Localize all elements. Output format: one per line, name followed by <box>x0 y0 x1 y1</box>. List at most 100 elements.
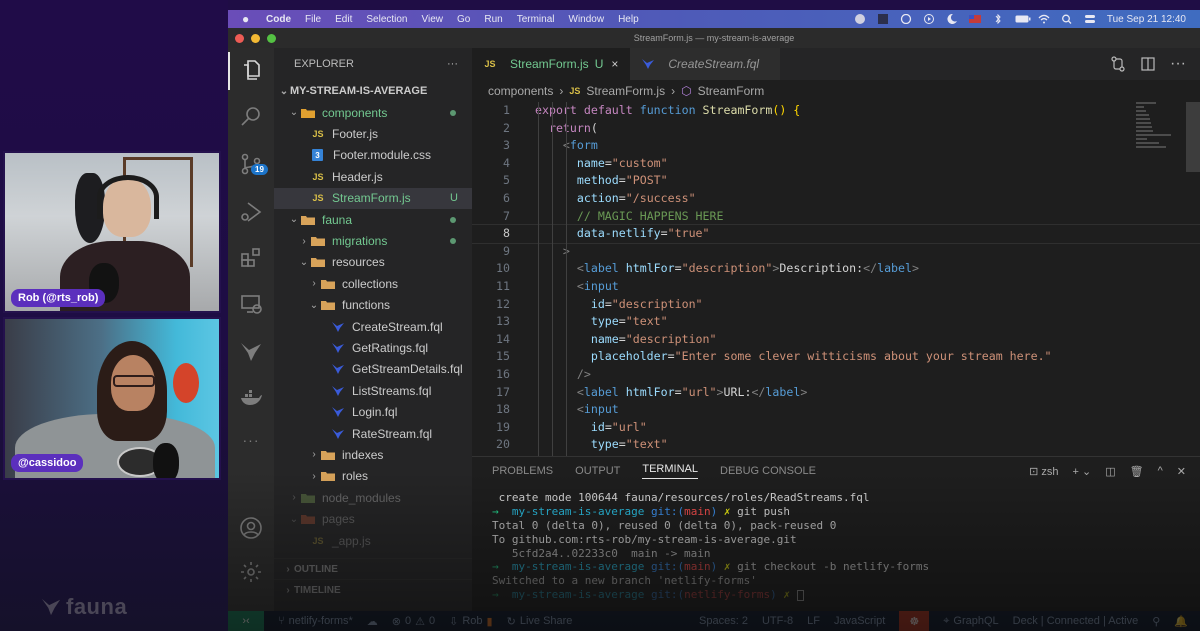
user-indicator[interactable]: ⇩ Rob ▮ <box>449 615 492 628</box>
menu-file[interactable]: File <box>305 14 321 25</box>
breadcrumb-file[interactable]: StreamForm.js <box>586 84 665 98</box>
deck-status[interactable]: Deck | Connected | Active <box>1013 615 1139 627</box>
live-share-button[interactable]: ↻ Live Share <box>507 615 573 628</box>
code-line[interactable]: 15 placeholder="Enter some clever wittic… <box>472 348 1200 366</box>
tree-item[interactable]: 3 Footer.module.css <box>274 145 472 166</box>
apple-icon[interactable]: ● <box>242 12 254 26</box>
tree-item[interactable]: CreateStream.fql <box>274 316 472 337</box>
code-line[interactable]: 19 id="url" <box>472 419 1200 437</box>
tree-item[interactable]: ⌄ components <box>274 102 472 123</box>
timeline-section[interactable]: › TIMELINE <box>274 579 472 600</box>
terminal-output[interactable]: create mode 100644 fauna/resources/roles… <box>472 485 1200 602</box>
remote-indicator-icon[interactable]: ›‹ <box>228 611 264 631</box>
explorer-more-button[interactable]: ··· <box>447 58 458 70</box>
app-icon[interactable] <box>877 14 889 24</box>
code-line[interactable]: 20 type="text" <box>472 436 1200 454</box>
sync-icon[interactable]: ☁ <box>367 615 378 628</box>
new-terminal-icon[interactable]: + ⌄ <box>1073 465 1092 478</box>
tree-item[interactable]: ⌄ pages <box>274 508 472 529</box>
menu-view[interactable]: View <box>422 14 444 25</box>
menu-run[interactable]: Run <box>484 14 502 25</box>
problems-indicator[interactable]: ⊗ 0 ⚠ 0 <box>392 615 435 628</box>
tree-item[interactable]: ListStreams.fql <box>274 380 472 401</box>
terminal-shell-selector[interactable]: ⊡ zsh <box>1029 465 1058 478</box>
encoding[interactable]: UTF-8 <box>762 615 793 627</box>
menu-terminal[interactable]: Terminal <box>517 14 555 25</box>
code-line[interactable]: 6 action="/success" <box>472 190 1200 208</box>
tab-output[interactable]: OUTPUT <box>575 465 620 477</box>
menu-window[interactable]: Window <box>569 14 605 25</box>
tree-item[interactable]: RateStream.fql <box>274 423 472 444</box>
menubar-clock[interactable]: Tue Sep 21 12:40 <box>1107 14 1186 25</box>
search-icon[interactable] <box>239 104 263 128</box>
extension-status-icon[interactable]: ☸ <box>899 611 930 631</box>
feedback-icon[interactable]: ⚲ <box>1152 615 1160 628</box>
code-line[interactable]: 11 <input <box>472 278 1200 296</box>
editor-more-icon[interactable]: ··· <box>1170 55 1186 73</box>
play-icon[interactable] <box>923 14 935 24</box>
code-line[interactable]: 13 type="text" <box>472 313 1200 331</box>
fauna-icon[interactable] <box>239 340 263 364</box>
outline-section[interactable]: › OUTLINE <box>274 558 472 579</box>
code-line[interactable]: 16 /> <box>472 366 1200 384</box>
code-line[interactable]: 5 method="POST" <box>472 172 1200 190</box>
battery-icon[interactable] <box>1015 14 1031 24</box>
code-line[interactable]: 18 <input <box>472 401 1200 419</box>
indentation[interactable]: Spaces: 2 <box>699 615 748 627</box>
code-line[interactable]: 3 <form <box>472 137 1200 155</box>
menu-go[interactable]: Go <box>457 14 470 25</box>
tab-createstream-fql[interactable]: CreateStream.fql <box>630 48 781 80</box>
split-editor-icon[interactable] <box>1140 56 1156 72</box>
tree-item[interactable]: ⌄ functions <box>274 295 472 316</box>
source-control-icon[interactable]: 19 <box>239 152 268 176</box>
editor-scrollbar[interactable] <box>1186 102 1200 172</box>
tab-terminal[interactable]: TERMINAL <box>642 463 698 479</box>
run-debug-icon[interactable] <box>239 200 263 224</box>
explorer-icon[interactable] <box>239 58 263 82</box>
tree-item[interactable]: JS StreamForm.js U <box>274 187 472 209</box>
menu-edit[interactable]: Edit <box>335 14 352 25</box>
code-line[interactable]: 4 name="custom" <box>472 155 1200 173</box>
tab-debug-console[interactable]: DEBUG CONSOLE <box>720 465 816 477</box>
language-mode[interactable]: JavaScript <box>834 615 885 627</box>
code-line[interactable]: 1 export default function StreamForm() { <box>472 102 1200 120</box>
extensions-icon[interactable] <box>239 246 263 270</box>
spotlight-icon[interactable] <box>1061 14 1073 24</box>
notifications-bell-icon[interactable]: 🔔 <box>1174 615 1188 628</box>
tree-item[interactable]: Login.fql <box>274 401 472 422</box>
docker-icon[interactable] <box>239 386 263 410</box>
settings-gear-icon[interactable] <box>239 560 263 584</box>
minimize-window-button[interactable] <box>251 33 260 43</box>
code-line[interactable]: 17 <label htmlFor="url">URL:</label> <box>472 384 1200 402</box>
flag-icon[interactable] <box>968 14 981 24</box>
workspace-root[interactable]: ⌄ MY-STREAM-IS-AVERAGE <box>274 80 472 102</box>
tree-item[interactable]: › collections <box>274 273 472 294</box>
tree-item[interactable]: › node_modules <box>274 487 472 508</box>
tree-item[interactable]: JS Header.js <box>274 166 472 187</box>
close-window-button[interactable] <box>235 33 244 43</box>
maximize-window-button[interactable] <box>267 33 276 43</box>
split-terminal-icon[interactable]: ◫ <box>1105 465 1115 478</box>
code-line[interactable]: 7 // MAGIC HAPPENS HERE <box>472 208 1200 226</box>
code-line[interactable]: 12 id="description" <box>472 296 1200 314</box>
kill-terminal-trash-icon[interactable]: 🗑 <box>1130 465 1144 478</box>
bluetooth-icon[interactable] <box>992 13 1004 25</box>
tree-item[interactable]: › roles <box>274 466 472 487</box>
wifi-icon[interactable] <box>1038 14 1050 24</box>
close-tab-icon[interactable]: × <box>611 57 618 71</box>
tree-item[interactable]: GetStreamDetails.fql <box>274 359 472 380</box>
code-line[interactable]: 10 <label htmlFor="description">Descript… <box>472 260 1200 278</box>
code-line[interactable]: 14 name="description" <box>472 331 1200 349</box>
tree-item[interactable]: › indexes <box>274 444 472 465</box>
minimap[interactable] <box>1136 102 1186 162</box>
maximize-panel-chevron-up-icon[interactable]: ^ <box>1158 465 1163 477</box>
tree-item[interactable]: JS _app.js <box>274 530 472 551</box>
menu-app[interactable]: Code <box>266 14 291 25</box>
graphql-status[interactable]: ⌖ GraphQL <box>943 615 998 628</box>
tree-item[interactable]: ⌄ fauna <box>274 209 472 230</box>
tree-item[interactable]: JS Footer.js <box>274 123 472 144</box>
tree-item[interactable]: GetRatings.fql <box>274 337 472 358</box>
tab-problems[interactable]: PROBLEMS <box>492 465 553 477</box>
screen-record-icon[interactable] <box>900 13 912 25</box>
code-line[interactable]: 9 > <box>472 243 1200 261</box>
